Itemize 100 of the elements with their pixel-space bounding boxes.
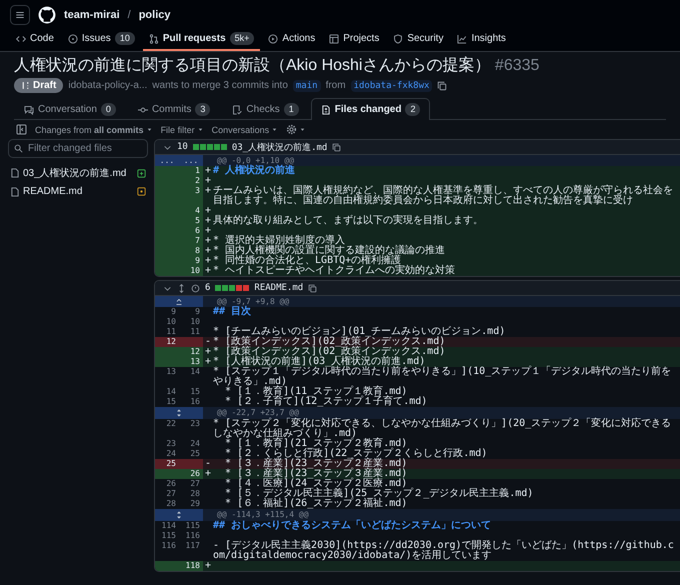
issue-icon [68,34,78,44]
file-diff-icon [320,104,331,114]
code-line: * [２．くらしと行政](22_ステップ２くらしと行政.md) [224,449,488,459]
line-number: 4 [179,206,203,216]
settings-icon [286,124,298,135]
line-number: ... [184,155,198,166]
expand-button[interactable] [155,509,203,521]
line-number: 10 [189,317,201,327]
dropdown-button[interactable]: File filter [160,124,204,134]
file-tree-item[interactable]: 03_人権状況の前進.md [8,163,148,183]
search-icon [14,144,23,153]
line-number: 28 [189,489,201,499]
diff-sign: - [204,459,212,469]
file-name[interactable]: 03_人権状況の前進.md [232,140,328,154]
diff-sign: + [204,236,212,246]
pull-request-icon [148,34,159,44]
modified-icon [137,187,146,196]
line-number: 14 [189,367,201,378]
line-number: 116 [160,541,177,552]
line-number: 26 [165,479,177,489]
code-line: * [政策インデックス](02_政策インデックス.md) [213,347,446,357]
dropdown-button[interactable]: Conversations [212,124,278,134]
line-number: 11 [189,327,201,337]
menu-icon [15,10,25,20]
graph-icon [457,34,468,44]
line-number: 118 [179,561,203,571]
expand-button[interactable] [155,407,203,419]
logo-icon [38,6,56,24]
filter-field[interactable]: Filter changed files [8,139,148,158]
checklist-icon [232,104,242,114]
repo-link[interactable]: policy [138,9,170,21]
caret-icon [299,126,306,133]
line-number: 1 [179,166,203,176]
branch-label[interactable]: idobata-fxk8wx [350,80,432,92]
line-number: 22 [165,419,177,430]
dropdown-button[interactable]: Changes from all commits [35,124,153,134]
code-line: * 同性婚の合法化と、LGBTQ+の権利擁護 [213,256,402,266]
code-line: * 国内人権機関の設置に関する建設的な議論の推進 [213,246,446,256]
diff-sign: + [204,226,212,236]
count-badge: 5k+ [230,32,254,45]
copy-icon [437,80,448,90]
pr-tab[interactable]: Conversation 0 [14,98,126,120]
play-icon [268,34,278,44]
merge-text: wants to merge 3 commits into [152,80,288,91]
line-number: 11 [165,327,177,337]
code-line: * [３．産業](23_ステップ２産業.md) [224,459,408,469]
line-number: 115 [160,531,177,541]
line-number: 10 [179,266,203,276]
commit-icon [138,104,148,114]
menu-button[interactable] [10,5,30,25]
author-link[interactable]: idobata-policy-a... [68,80,148,91]
line-number: 28 [165,499,177,509]
diff-sign: + [204,166,212,176]
pr-number: #6335 [494,57,540,74]
line-number: 5 [179,216,203,226]
pr-tab[interactable]: Commits 3 [128,98,220,120]
added-icon [137,168,146,178]
pr-tab[interactable]: Checks 1 [222,98,309,120]
diff-sign: + [204,561,212,571]
file-tree-item[interactable]: README.md [8,183,148,200]
repo-nav-tab[interactable]: Code [10,29,60,51]
code-icon [16,34,26,44]
line-number: 12 [179,347,203,357]
file-name[interactable]: README.md [254,283,304,293]
branch-label[interactable]: main [292,80,321,92]
expand-icon [175,509,183,521]
caret-icon [196,126,204,133]
code-line: * ヘイトスピーチやヘイトクライムへの実効的な対策 [213,266,456,276]
code-line: * [６．福祉](26_ステップ２福祉.md) [224,499,408,509]
repo-nav-tab[interactable]: Insights [451,29,512,51]
repo-nav-tab[interactable]: Projects [323,29,386,51]
gutter-cell [179,337,203,347]
diff-sign: + [204,469,212,479]
line-number: 6 [179,226,203,236]
code-line: * [１．教育](21_ステップ２教育.md) [225,439,408,449]
gutter-cell [179,459,203,469]
copy-icon [332,142,342,152]
sidebar-toggle-icon [16,124,27,135]
expand-button[interactable] [155,296,203,307]
draft-icon [21,81,30,90]
code-line: * [４．医療](24_ステップ２医療.md) [224,479,408,489]
code-line: * [人権状況の前進](03_人権状況の前進.md) [213,357,426,367]
line-number: 115 [184,521,201,531]
repo-nav-tab[interactable]: Issues 10 [62,29,141,51]
line-number: 114 [160,521,177,531]
line-number: 9 [179,256,203,266]
line-number: 23 [189,419,201,430]
repo-nav-tab[interactable]: Pull requests 5k+ [142,29,260,51]
line-number: 10 [165,317,177,327]
line-number: 116 [184,531,201,541]
settings-button[interactable] [286,124,306,135]
repo-nav-tab[interactable]: Actions [262,29,322,51]
line-number: 26 [179,469,203,479]
pr-tab[interactable]: Files changed 2 [310,98,430,120]
line-number: 9 [170,307,177,317]
gutter-cell [155,469,179,479]
owner-link[interactable]: team-mirai [64,9,120,21]
line-number: 27 [165,489,177,499]
repo-nav-tab[interactable]: Security [387,29,450,51]
expand-icon [175,407,183,419]
